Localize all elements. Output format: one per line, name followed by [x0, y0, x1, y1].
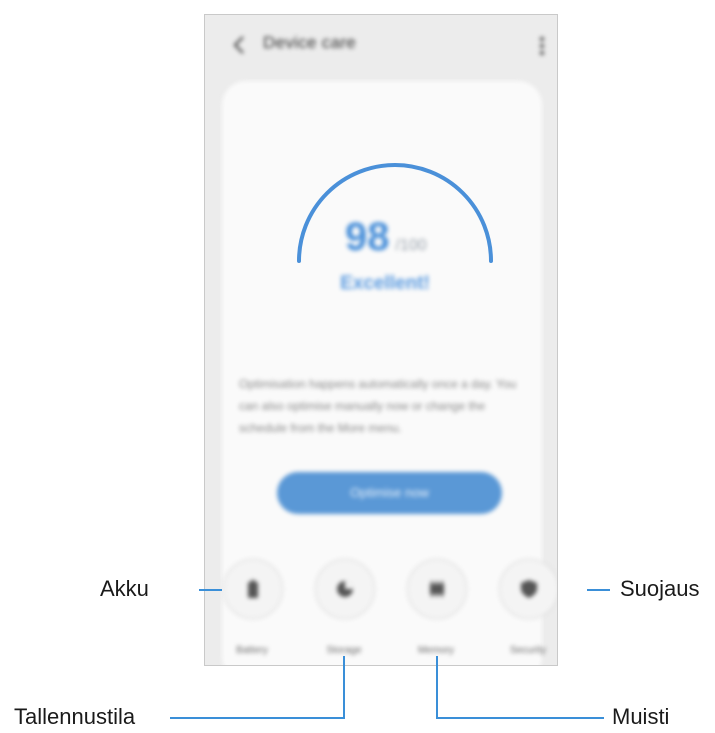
- callout-battery: Akku: [100, 576, 149, 601]
- callout-storage: Tallennustila: [14, 704, 136, 729]
- callout-security: Suojaus: [620, 576, 700, 601]
- callout-memory: Muisti: [612, 704, 670, 729]
- callout-leader-lines: [170, 589, 610, 719]
